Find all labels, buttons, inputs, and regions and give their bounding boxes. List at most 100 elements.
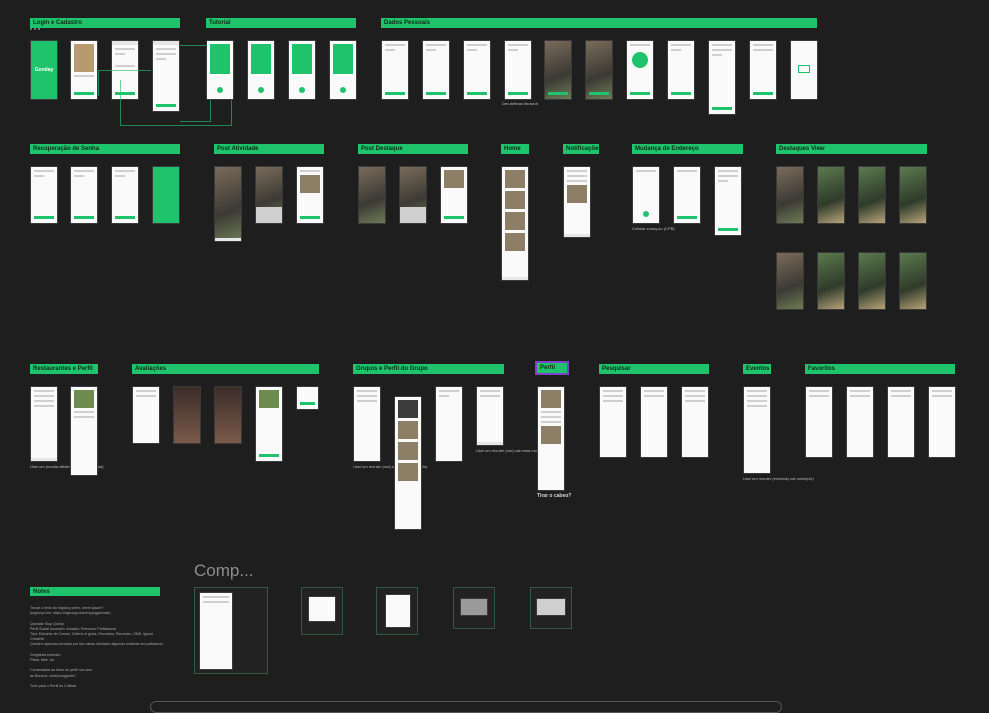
- frame-dados-6[interactable]: [708, 40, 736, 115]
- frame-tutorial-3[interactable]: [288, 40, 316, 100]
- continue-button[interactable]: [385, 92, 405, 95]
- search-field[interactable]: [685, 390, 705, 392]
- frame-favoritos-4[interactable]: [928, 386, 956, 458]
- section-header-notificacoes[interactable]: Notificações: [563, 144, 599, 154]
- section-header-destaques-view[interactable]: Destaques View: [776, 144, 927, 154]
- keyboard[interactable]: [256, 207, 282, 223]
- bottom-nav[interactable]: [477, 442, 503, 445]
- frame-perfil[interactable]: [537, 386, 565, 491]
- confirm-button[interactable]: [643, 211, 649, 217]
- frame-grupo-perfil[interactable]: [394, 396, 422, 530]
- send-button[interactable]: [34, 216, 54, 219]
- section-header-favoritos[interactable]: Favoritos: [805, 364, 955, 374]
- search-field[interactable]: [644, 390, 664, 392]
- frame-tutorial-1[interactable]: [206, 40, 234, 100]
- confirm-button[interactable]: [718, 228, 738, 231]
- bottom-nav[interactable]: [564, 234, 590, 237]
- frame-post-destaque-3[interactable]: [440, 166, 468, 224]
- continue-button[interactable]: [589, 92, 609, 95]
- frame-dados-5[interactable]: [667, 40, 695, 100]
- frame-dados-photo-1[interactable]: [544, 40, 572, 100]
- frame-destaque-view-1[interactable]: [776, 166, 804, 224]
- frame-destaque-view-5[interactable]: [776, 252, 804, 310]
- section-header-eventos[interactable]: Eventos: [743, 364, 771, 374]
- frame-recuperacao-success[interactable]: [152, 166, 180, 224]
- next-button[interactable]: [340, 87, 346, 93]
- frame-pesquisar-3[interactable]: [681, 386, 709, 458]
- keyboard[interactable]: [400, 207, 426, 223]
- bottom-nav[interactable]: [215, 238, 241, 241]
- frame-destaque-view-6[interactable]: [817, 252, 845, 310]
- section-header-grupos[interactable]: Grupos e Perfil do Grupo: [353, 364, 504, 374]
- continue-button[interactable]: [671, 92, 691, 95]
- frame-home-feed[interactable]: [501, 166, 529, 281]
- frame-restaurantes-lista[interactable]: [30, 386, 58, 462]
- publish-button[interactable]: [444, 216, 464, 219]
- continue-button[interactable]: [753, 92, 773, 95]
- component-keyboard[interactable]: [530, 587, 572, 629]
- continue-button[interactable]: [548, 92, 568, 95]
- section-header-login[interactable]: Login e Cadastro: [30, 18, 180, 28]
- frame-post-atividade-2[interactable]: [255, 166, 283, 224]
- component-image[interactable]: [453, 587, 495, 629]
- section-header-home[interactable]: Home: [501, 144, 529, 154]
- section-header-pesquisar[interactable]: Pesquisar: [599, 364, 709, 374]
- section-header-post-destaque[interactable]: Post Destaque: [358, 144, 468, 154]
- frame-dados-3[interactable]: [463, 40, 491, 100]
- frame-dados-7[interactable]: [749, 40, 777, 100]
- confirm-button[interactable]: [300, 402, 315, 405]
- frame-avaliacoes-3[interactable]: [214, 386, 242, 444]
- frame-mudanca-1[interactable]: [632, 166, 660, 224]
- frame-avaliacoes-4[interactable]: [255, 386, 283, 462]
- frame-grupos-chat[interactable]: [435, 386, 463, 462]
- continue-button[interactable]: [467, 92, 487, 95]
- frame-dados-4[interactable]: [504, 40, 532, 100]
- frame-mudanca-3[interactable]: [714, 166, 742, 236]
- frame-dados-8[interactable]: [790, 40, 818, 100]
- frame-pesquisar-2[interactable]: [640, 386, 668, 458]
- horizontal-scrollbar[interactable]: [150, 701, 782, 713]
- frame-notificacoes[interactable]: [563, 166, 591, 238]
- frame-destaque-view-8[interactable]: [899, 252, 927, 310]
- continue-button[interactable]: [426, 92, 446, 95]
- frame-destaque-view-2[interactable]: [817, 166, 845, 224]
- search-field[interactable]: [603, 390, 623, 392]
- frame-mudanca-2[interactable]: [673, 166, 701, 224]
- send-button[interactable]: [115, 216, 135, 219]
- frame-avaliacoes-5[interactable]: [296, 386, 319, 410]
- next-button[interactable]: [217, 87, 223, 93]
- rate-button[interactable]: [259, 454, 279, 457]
- bottom-nav[interactable]: [502, 277, 528, 280]
- next-button[interactable]: [299, 87, 305, 93]
- frame-avaliacoes-2[interactable]: [173, 386, 201, 444]
- send-button[interactable]: [74, 216, 94, 219]
- frame-favoritos-1[interactable]: [805, 386, 833, 458]
- component-card[interactable]: [301, 587, 343, 635]
- frame-dados-1[interactable]: [381, 40, 409, 100]
- section-header-mudanca[interactable]: Mudança de Endereço: [632, 144, 743, 154]
- section-header-recuperacao[interactable]: Recuperação de Senha: [30, 144, 180, 154]
- frame-destaque-view-4[interactable]: [899, 166, 927, 224]
- section-header-restaurantes[interactable]: Restaurantes e Perfil: [30, 364, 98, 374]
- frame-pesquisar-1[interactable]: [599, 386, 627, 458]
- frame-recuperacao-1[interactable]: [30, 166, 58, 224]
- bottom-nav[interactable]: [31, 458, 57, 461]
- frame-favoritos-2[interactable]: [846, 386, 874, 458]
- frame-dados-photo-2[interactable]: [585, 40, 613, 100]
- frame-grupos-lista[interactable]: [476, 386, 504, 446]
- frame-recuperacao-3[interactable]: [111, 166, 139, 224]
- frame-dados-2[interactable]: [422, 40, 450, 100]
- section-header-post-atividade[interactable]: Post Atividade: [214, 144, 324, 154]
- section-header-perfil-selected[interactable]: Perfil: [535, 361, 569, 375]
- frame-grupos-1[interactable]: [353, 386, 381, 462]
- section-header-avaliacoes[interactable]: Avaliações: [132, 364, 319, 374]
- frame-post-destaque-2[interactable]: [399, 166, 427, 224]
- frame-avaliacoes-1[interactable]: [132, 386, 160, 444]
- frame-eventos[interactable]: [743, 386, 771, 474]
- frame-destaque-view-3[interactable]: [858, 166, 886, 224]
- continue-button[interactable]: [712, 107, 732, 110]
- frame-post-atividade-3[interactable]: [296, 166, 324, 224]
- component-form[interactable]: [194, 587, 268, 674]
- continue-button[interactable]: [508, 92, 528, 95]
- confirm-button[interactable]: [677, 216, 697, 219]
